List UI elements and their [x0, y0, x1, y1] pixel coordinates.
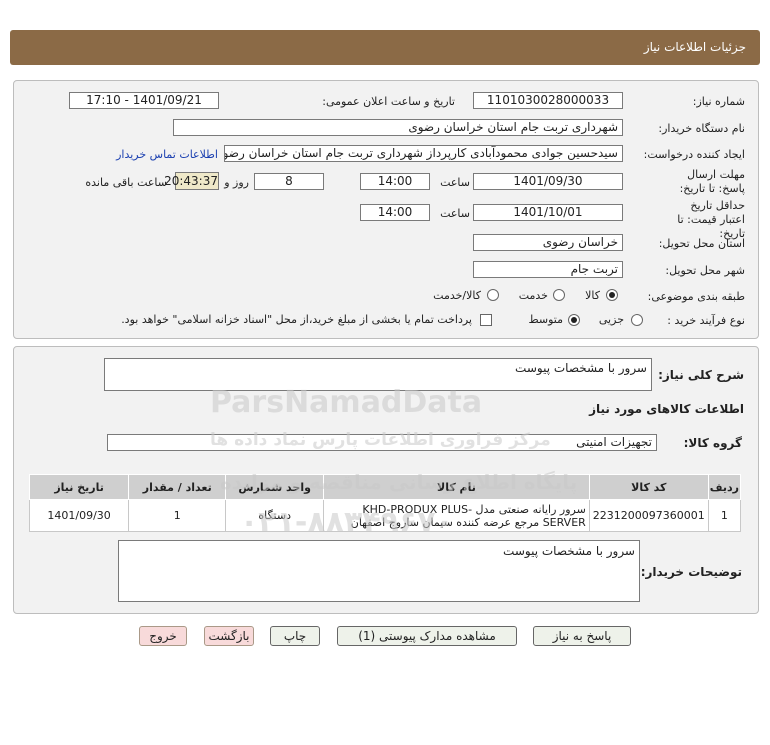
category-goods-service-radio[interactable] [487, 289, 499, 301]
row-index-cell: 1 [707, 499, 742, 532]
category-goods-service-label: کالا/خدمت [433, 289, 481, 302]
col-date-header: تاریخ نیاز [28, 474, 130, 500]
need-number-field: 1101030028000033 [473, 92, 623, 109]
buyer-contact-link[interactable]: اطلاعات تماس خریدار [116, 148, 218, 161]
table-row: 1 2231200097360001 سرور رایانه صنعتی مدل… [28, 499, 742, 532]
items-table: ردیف کد کالا نام کالا واحد شمارش تعداد /… [28, 474, 742, 532]
item-code-cell: 2231200097360001 [588, 499, 709, 532]
category-goods-label: کالا [585, 289, 600, 302]
buyer-notes-field: سرور با مشخصات پیوست [118, 540, 640, 602]
delivery-city-field: تربت جام [473, 261, 623, 278]
reply-days-field: 8 [254, 173, 324, 190]
item-name-cell: سرور رایانه صنعتی مدل KHD-PRODUX PLUS-SE… [323, 499, 590, 532]
goods-group-field: تجهیزات امنیتی [107, 434, 657, 451]
general-desc-field: سرور با مشخصات پیوست [104, 358, 652, 391]
buyer-org-label: نام دستگاه خریدار: [658, 122, 745, 135]
item-unit-cell: دستگاه [225, 499, 325, 532]
category-service-radio[interactable] [553, 289, 565, 301]
process-medium-radio[interactable] [568, 314, 580, 326]
treasury-payment-checkbox[interactable] [480, 314, 492, 326]
reply-days-label: روز و [224, 176, 249, 189]
items-table-header: ردیف کد کالا نام کالا واحد شمارش تعداد /… [28, 474, 742, 500]
process-minor-radio[interactable] [631, 314, 643, 326]
item-qty-cell: 1 [128, 499, 227, 532]
remaining-time-label: ساعت باقی مانده [85, 176, 167, 189]
announce-datetime-field: 1401/09/21 - 17:10 [69, 92, 219, 109]
reply-deadline-label: مهلت ارسال پاسخ: تا تاریخ: [679, 168, 745, 195]
col-qty-header: تعداد / مقدار [128, 474, 227, 500]
requester-label: ایجاد کننده درخواست: [643, 148, 745, 161]
delivery-province-label: استان محل تحویل: [658, 237, 745, 250]
price-validity-label: حداقل تاریخ اعتبار قیمت: تا تاریخ: [677, 199, 745, 240]
requester-field: سیدحسین جوادی محمودآبادی کارپرداز شهردار… [224, 145, 623, 162]
page-title: جزئیات اطلاعات نیاز [643, 40, 746, 54]
exit-button[interactable]: خروج [139, 626, 187, 646]
price-validity-time-label: ساعت [440, 207, 470, 220]
need-number-label: شماره نیاز: [692, 95, 745, 108]
buyer-notes-label: توضیحات خریدار: [640, 565, 742, 579]
process-minor-label: جزیی [598, 313, 624, 326]
reply-button[interactable]: پاسخ به نیاز [533, 626, 631, 646]
item-date-cell: 1401/09/30 [28, 499, 130, 532]
col-code-header: کد کالا [588, 474, 709, 500]
general-desc-label: شرح کلی نیاز: [658, 368, 744, 382]
col-name-header: نام کالا [323, 474, 590, 500]
category-goods-radio[interactable] [606, 289, 618, 301]
goods-info-title: اطلاعات کالاهای مورد نیاز [589, 402, 744, 416]
process-type-label: نوع فرآیند خرید : [667, 314, 745, 327]
goods-group-label: گروه کالا: [683, 436, 742, 450]
remaining-time-field: 20:43:37 [164, 172, 219, 190]
category-label: طبقه بندی موضوعی: [647, 290, 745, 303]
price-validity-time-field: 14:00 [360, 204, 430, 221]
process-medium-label: متوسط [528, 313, 563, 326]
delivery-province-field: خراسان رضوی [473, 234, 623, 251]
announce-datetime-label: تاریخ و ساعت اعلان عمومی: [322, 95, 455, 108]
delivery-city-label: شهر محل تحویل: [665, 264, 745, 277]
col-row-header: ردیف [707, 474, 742, 500]
view-attachments-button[interactable]: مشاهده مدارک پیوستی (1) [337, 626, 517, 646]
reply-deadline-time-field: 14:00 [360, 173, 430, 190]
col-unit-header: واحد شمارش [225, 474, 325, 500]
treasury-payment-note: پرداخت تمام یا بخشی از مبلغ خرید،از محل … [121, 313, 472, 326]
page-header: جزئیات اطلاعات نیاز [10, 30, 760, 65]
print-button[interactable]: چاپ [270, 626, 320, 646]
category-service-label: خدمت [518, 289, 548, 302]
reply-deadline-time-label: ساعت [440, 176, 470, 189]
back-button[interactable]: بازگشت [204, 626, 254, 646]
buyer-org-field: شهرداری تربت جام استان خراسان رضوی [173, 119, 623, 136]
reply-deadline-date-field: 1401/09/30 [473, 173, 623, 190]
price-validity-date-field: 1401/10/01 [473, 204, 623, 221]
